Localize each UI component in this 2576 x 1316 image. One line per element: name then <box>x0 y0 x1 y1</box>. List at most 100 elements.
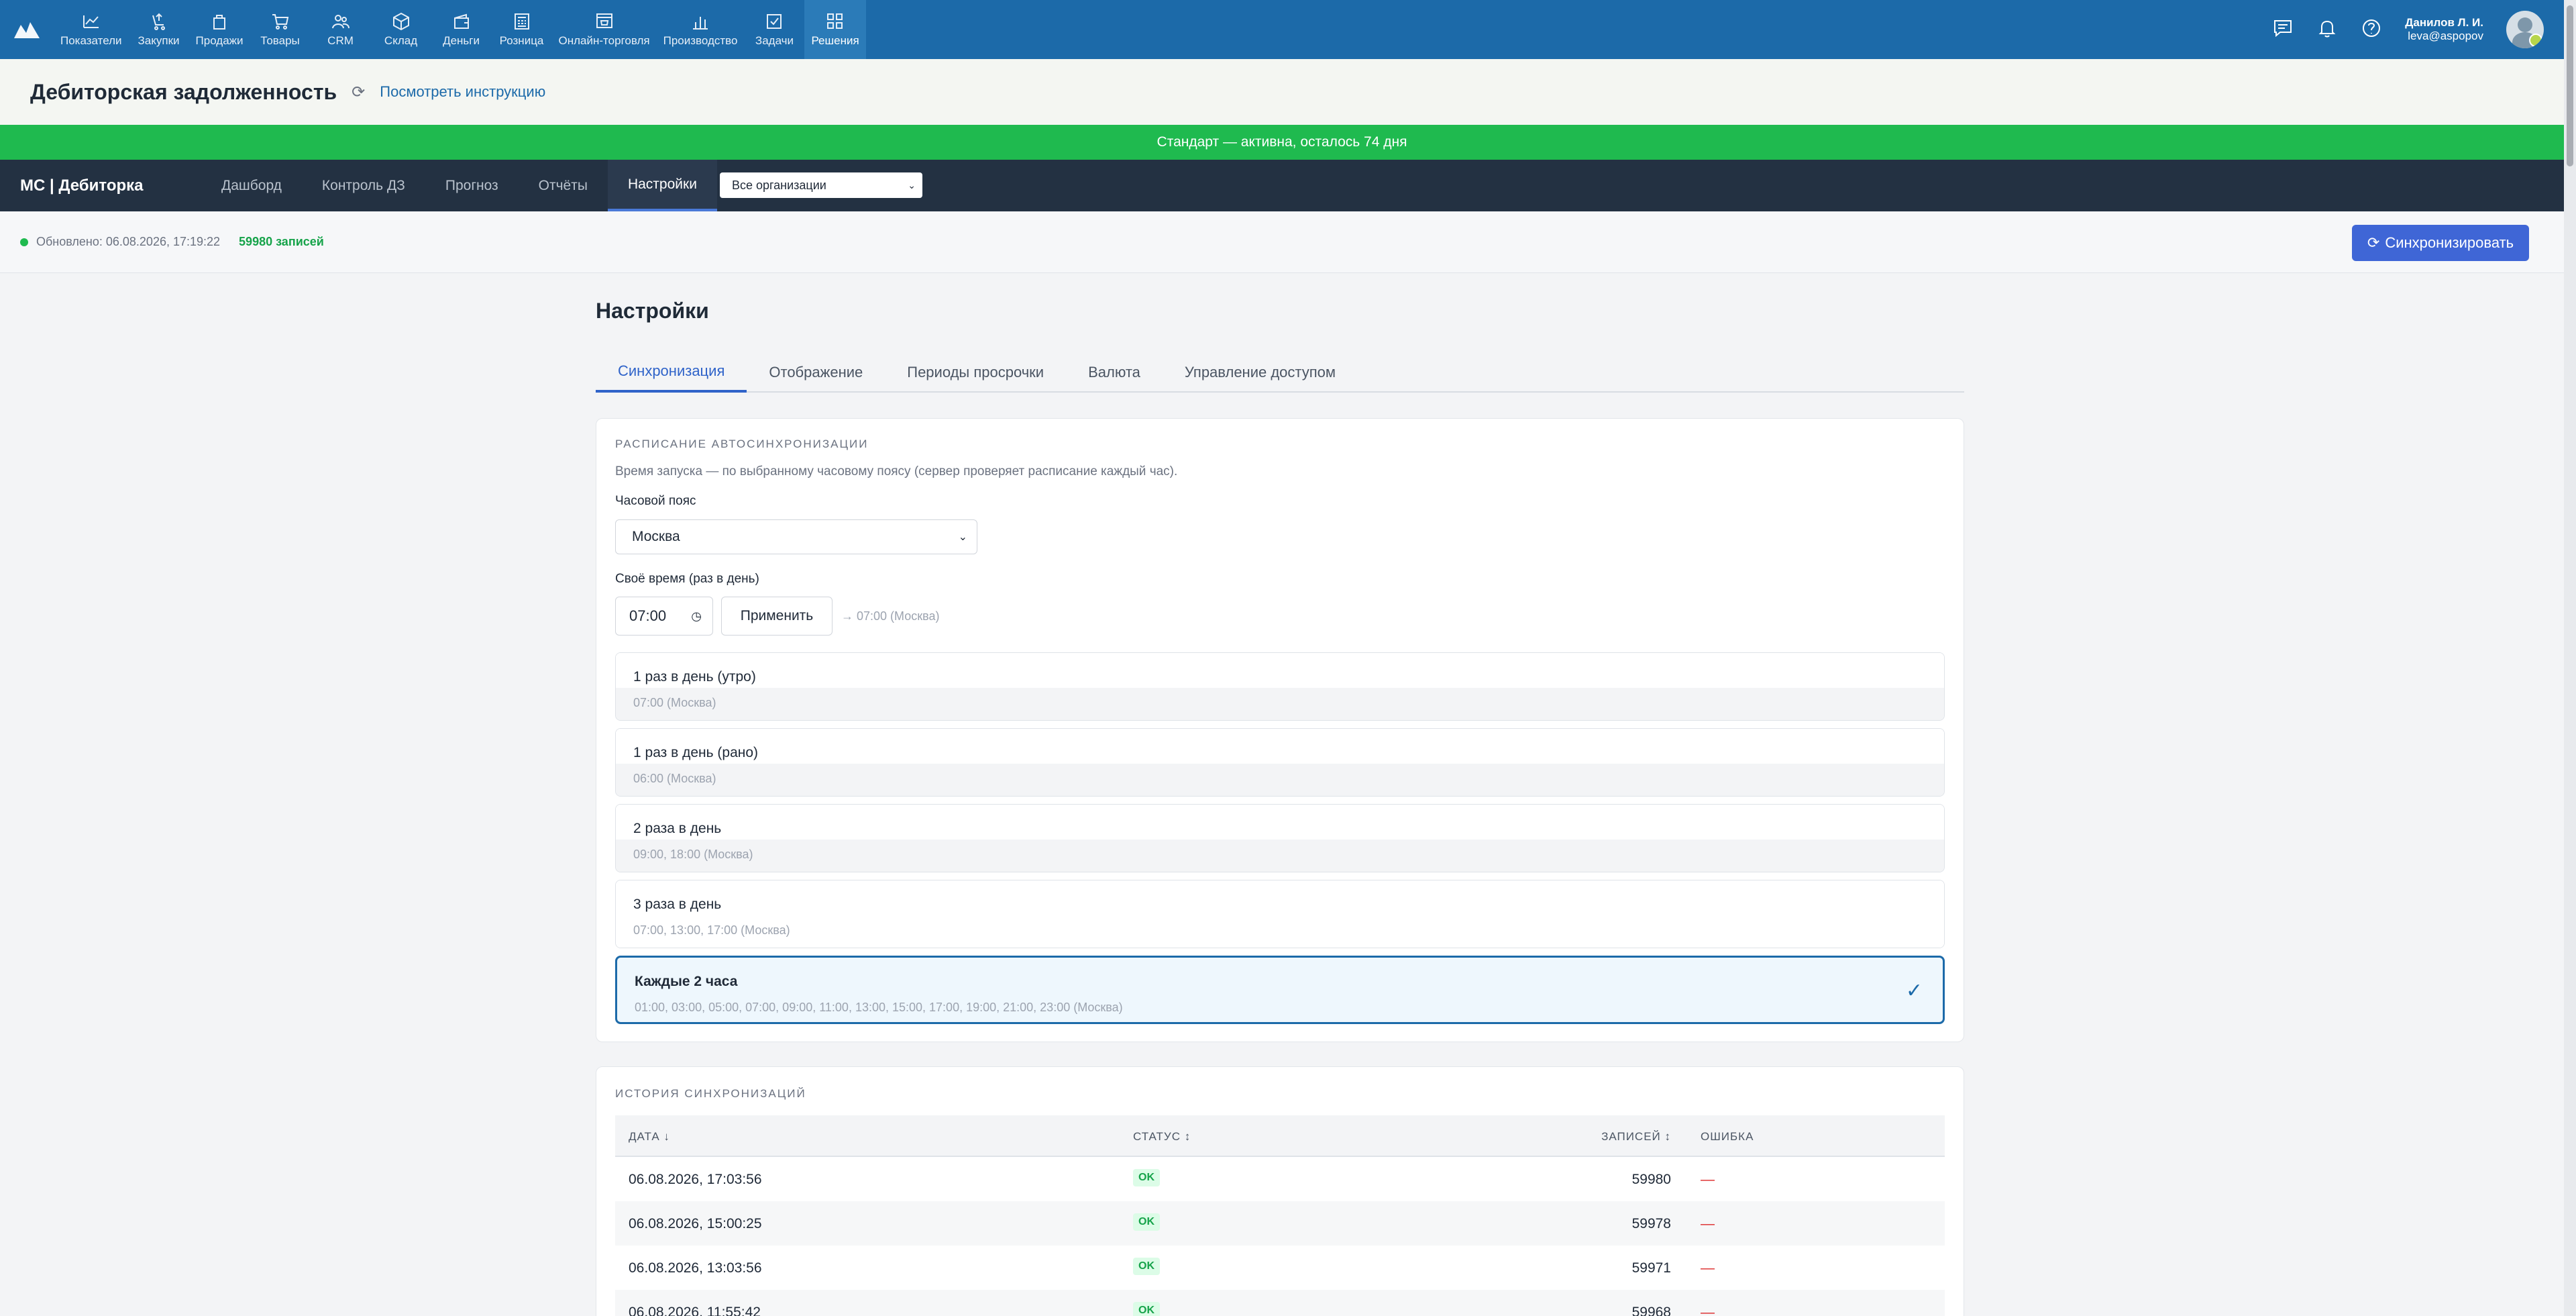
row-date: 06.08.2026, 11:55:42 <box>629 1305 761 1316</box>
option-title: 1 раз в день (утро) <box>616 653 1944 688</box>
schedule-option[interactable]: 3 раза в день 07:00, 13:00, 17:00 (Москв… <box>615 880 1945 948</box>
tab-currency[interactable]: Валюта <box>1066 352 1163 393</box>
row-error: — <box>1701 1305 1715 1316</box>
sync-button[interactable]: ⟳ Синхронизировать <box>2352 225 2529 261</box>
tab-overdue-periods[interactable]: Периоды просрочки <box>885 352 1066 393</box>
option-times: 07:00, 13:00, 17:00 (Москва) <box>616 915 1944 948</box>
tab-forecast[interactable]: Прогноз <box>425 160 519 211</box>
row-records: 59980 <box>1631 1172 1671 1187</box>
page-scrollbar[interactable] <box>2564 0 2576 1316</box>
row-date: 06.08.2026, 15:00:25 <box>629 1216 762 1231</box>
row-date: 06.08.2026, 17:03:56 <box>629 1172 762 1187</box>
bag-icon <box>213 15 226 30</box>
grid-icon <box>827 13 843 29</box>
option-title: Каждые 2 часа <box>635 974 738 989</box>
row-records: 59968 <box>1631 1305 1671 1316</box>
tab-sync[interactable]: Синхронизация <box>596 352 747 393</box>
cart-up-icon <box>152 13 165 30</box>
nav-label: Решения <box>811 34 859 47</box>
subscription-banner: Стандарт — активна, осталось 74 дня <box>0 125 2564 160</box>
time-input[interactable]: 07:00 ◷ <box>615 597 713 636</box>
nav-tasks[interactable]: Задачи <box>744 0 804 59</box>
tab-control[interactable]: Контроль ДЗ <box>302 160 425 211</box>
nav-sales[interactable]: Продажи <box>189 0 250 59</box>
people-icon <box>331 15 350 29</box>
tab-settings[interactable]: Настройки <box>607 160 717 211</box>
nav-label: Товары <box>260 34 300 47</box>
app-navbar: МС | Дебиторка Дашборд Контроль ДЗ Прогн… <box>0 160 2564 211</box>
col-date-header[interactable]: ДАТА ↓ <box>629 1130 670 1144</box>
schedule-card: РАСПИСАНИЕ АВТОСИНХРОНИЗАЦИИ Время запус… <box>596 418 1964 1042</box>
instruction-link[interactable]: Посмотреть инструкцию <box>380 83 545 101</box>
scrollbar-thumb[interactable] <box>2567 5 2573 166</box>
nav-crm[interactable]: CRM <box>311 0 371 59</box>
settings-tabs: Синхронизация Отображение Периоды просро… <box>596 352 1964 393</box>
nav-warehouse[interactable]: Склад <box>371 0 431 59</box>
cloud-logo-icon <box>14 22 40 38</box>
web-store-icon <box>596 13 612 28</box>
tab-reports[interactable]: Отчёты <box>519 160 608 211</box>
chat-button[interactable] <box>2272 17 2294 42</box>
records-count: 59980 записей <box>239 235 324 248</box>
timezone-label: Часовой пояс <box>615 494 696 508</box>
nav-purchases[interactable]: Закупки <box>129 0 189 59</box>
tab-access[interactable]: Управление доступом <box>1163 352 1358 393</box>
nav-label: Задачи <box>755 34 794 47</box>
timezone-select[interactable]: Москва ⌄ <box>615 519 977 554</box>
apply-button[interactable]: Применить <box>721 597 833 636</box>
row-error: — <box>1701 1216 1715 1231</box>
nav-money[interactable]: Деньги <box>431 0 492 59</box>
nav-label: Показатели <box>60 34 122 47</box>
timezone-value: Москва <box>632 529 680 544</box>
tab-display[interactable]: Отображение <box>747 352 885 393</box>
wallet-icon <box>453 13 469 29</box>
bell-icon <box>2318 20 2336 37</box>
row-date: 06.08.2026, 13:03:56 <box>629 1260 762 1276</box>
top-navbar: Показатели Закупки Продажи Товары CRM Ск… <box>0 0 2564 59</box>
status-badge: OK <box>1133 1169 1160 1186</box>
col-records-header[interactable]: ЗАПИСЕЙ ↕ <box>1601 1130 1671 1144</box>
clock-icon: ◷ <box>691 609 702 623</box>
refresh-icon[interactable]: ⟳ <box>352 83 365 102</box>
page-title: Дебиторская задолженность <box>30 79 337 104</box>
settings-title: Настройки <box>596 299 709 323</box>
nav-indicators[interactable]: Показатели <box>54 0 129 59</box>
option-times: 09:00, 18:00 (Москва) <box>616 840 1944 872</box>
bars-icon <box>693 17 708 30</box>
chevron-down-icon: ⌄ <box>958 532 967 543</box>
organization-select-value: Все организации <box>731 178 826 192</box>
col-status-header[interactable]: СТАТУС ↕ <box>1133 1130 1191 1144</box>
schedule-option[interactable]: 2 раза в день 09:00, 18:00 (Москва) <box>615 804 1945 872</box>
table-row: 06.08.2026, 15:00:25 OK 59978 — <box>615 1201 1945 1246</box>
user-info[interactable]: Данилов Л. И. leva@aspopov <box>2405 16 2483 43</box>
tab-dashboard[interactable]: Дашборд <box>201 160 302 211</box>
status-bar: Обновлено: 06.08.2026, 17:19:22 59980 за… <box>0 211 2564 273</box>
nav-label: CRM <box>327 34 354 47</box>
schedule-option-selected[interactable]: Каждые 2 часа 01:00, 03:00, 05:00, 07:00… <box>615 956 1945 1024</box>
app-logo[interactable] <box>0 0 54 59</box>
help-icon <box>2363 19 2381 37</box>
nav-online-trade[interactable]: Онлайн-торговля <box>552 0 657 59</box>
table-row: 06.08.2026, 17:03:56 OK 59980 — <box>615 1157 1945 1201</box>
schedule-option[interactable]: 1 раз в день (утро) 07:00 (Москва) <box>615 652 1945 721</box>
nav-goods[interactable]: Товары <box>250 0 311 59</box>
nav-solutions[interactable]: Решения <box>804 0 866 59</box>
row-records: 59978 <box>1631 1216 1671 1231</box>
notifications-button[interactable] <box>2316 17 2338 42</box>
avatar[interactable] <box>2506 11 2544 48</box>
cart-icon <box>272 14 288 30</box>
help-button[interactable] <box>2361 17 2382 42</box>
table-row: 06.08.2026, 11:55:42 OK 59968 — <box>615 1290 1945 1316</box>
organization-select[interactable]: Все организации ⌄ <box>719 172 922 198</box>
schedule-option[interactable]: 1 раз в день (рано) 06:00 (Москва) <box>615 728 1945 797</box>
nav-retail[interactable]: Розница <box>492 0 552 59</box>
sync-button-label: Синхронизировать <box>2385 234 2514 251</box>
option-times: 01:00, 03:00, 05:00, 07:00, 09:00, 11:00… <box>635 1001 1123 1014</box>
box-icon <box>392 12 409 31</box>
option-title: 3 раза в день <box>616 880 1944 915</box>
nav-production[interactable]: Производство <box>657 0 745 59</box>
custom-time-label: Своё время (раз в день) <box>615 572 759 586</box>
updated-text: Обновлено: 06.08.2026, 17:19:22 <box>36 235 221 248</box>
status-dot-icon <box>20 238 28 246</box>
status-badge: OK <box>1133 1302 1160 1316</box>
